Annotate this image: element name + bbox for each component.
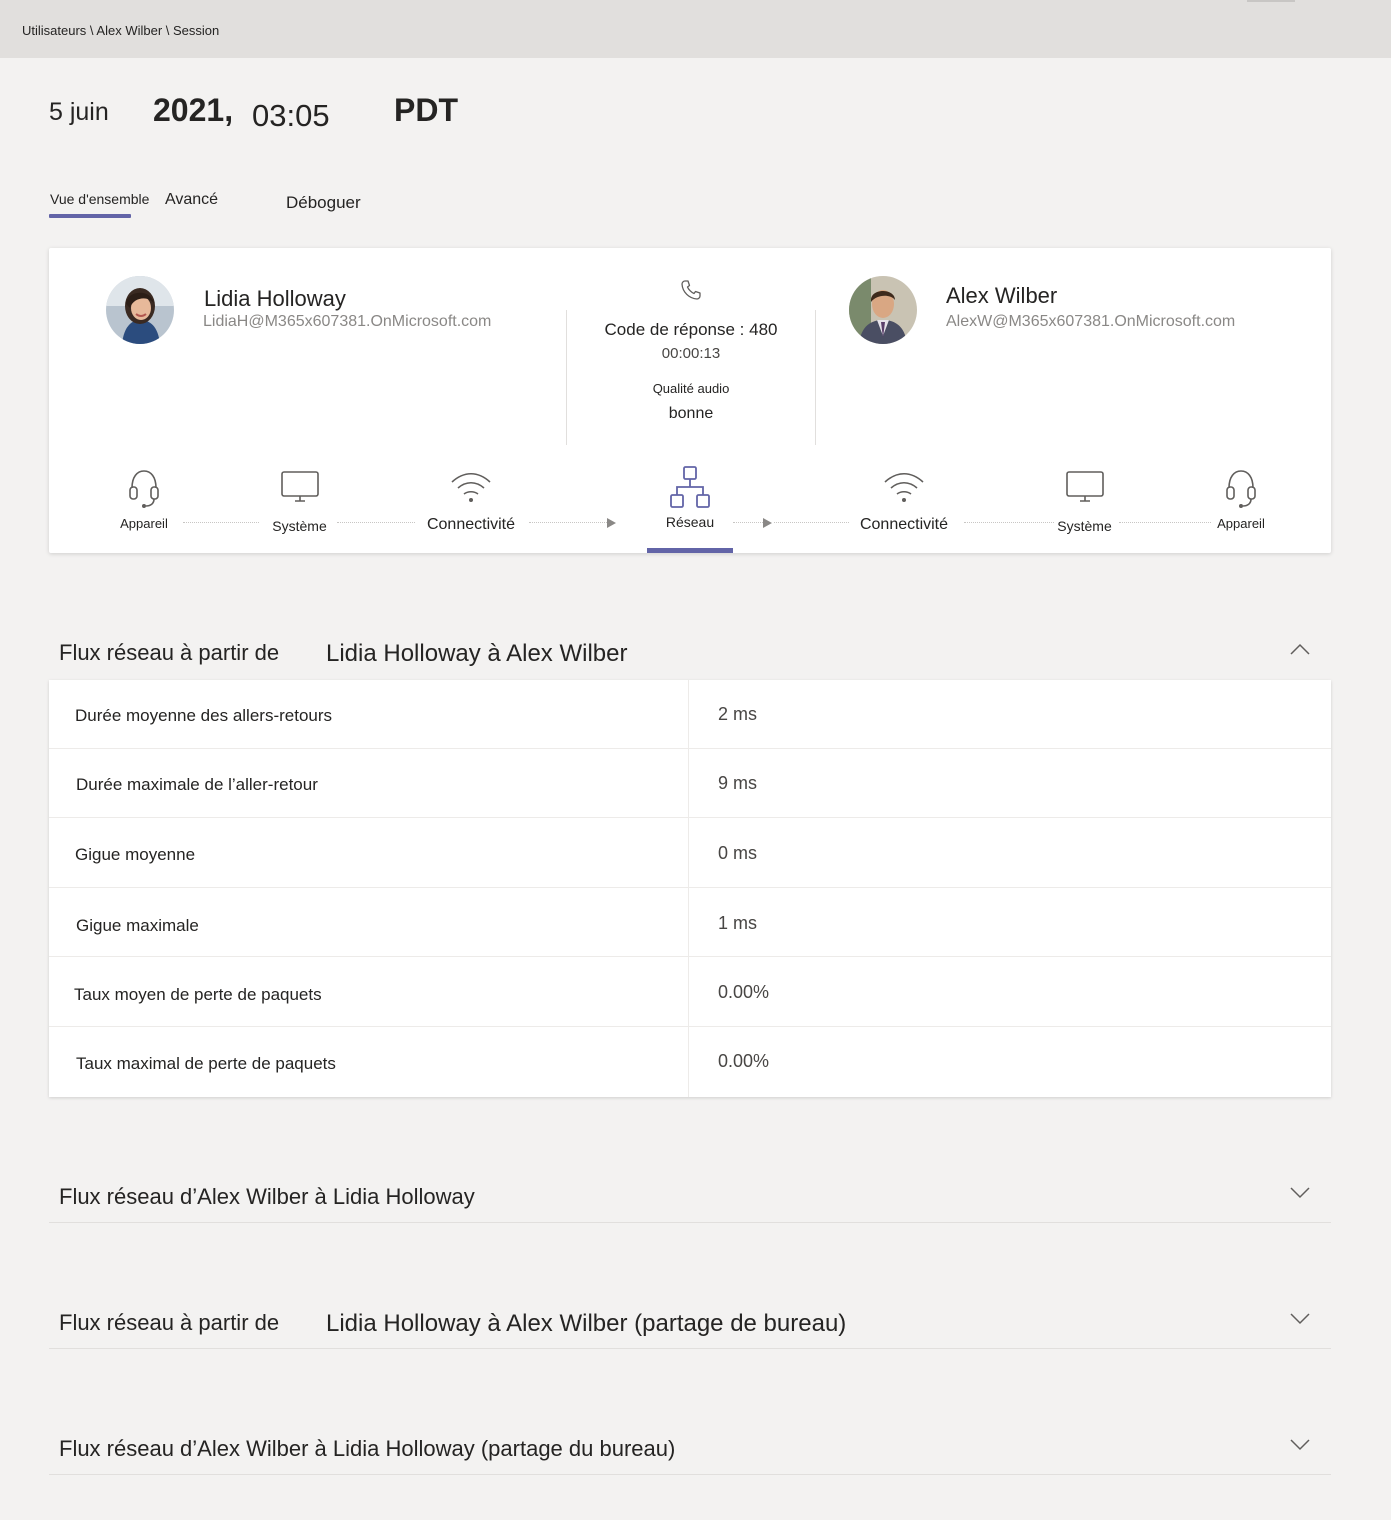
node-callee-system[interactable]: Système <box>1047 468 1122 534</box>
breadcrumb[interactable]: Utilisateurs \ Alex Wilber \ Session <box>22 23 219 38</box>
phone-icon <box>679 278 703 302</box>
tab-debug[interactable]: Déboguer <box>286 193 361 213</box>
node-label: Réseau <box>665 514 715 530</box>
section-title: Lidia Holloway à Alex Wilber (partage de… <box>326 1310 847 1337</box>
chevron-down-icon[interactable] <box>1288 1306 1312 1330</box>
section-caller-to-callee-header[interactable]: Flux réseau à partir de Lidia Holloway à… <box>49 632 1331 678</box>
wifi-icon <box>451 472 491 502</box>
callee-name: Alex Wilber <box>946 283 1058 308</box>
node-label: Système <box>272 518 327 534</box>
call-info: Code de réponse : 480 00:00:13 Qualité a… <box>566 278 816 423</box>
metric-label: Gigue moyenne <box>75 845 196 864</box>
section-callee-to-caller-header[interactable]: Flux réseau d’Alex Wilber à Lidia Hollow… <box>49 1178 1331 1224</box>
audio-quality-label: Qualité audio <box>652 381 730 396</box>
node-label: Système <box>1057 518 1112 534</box>
metric-value: 9 ms <box>718 773 758 793</box>
headset-icon <box>129 470 159 508</box>
node-network[interactable]: Réseau <box>649 464 731 530</box>
path-line <box>337 522 415 523</box>
table-row: Gigue moyenne 0 ms <box>49 819 1331 888</box>
tab-overview[interactable]: Vue d'ensemble <box>50 191 149 207</box>
top-bar: Utilisateurs \ Alex Wilber \ Session <box>0 0 1391 58</box>
metric-label: Taux maximal de perte de paquets <box>76 1054 336 1073</box>
session-time: 03:05 <box>252 98 330 133</box>
path-line <box>733 522 763 523</box>
section-prefix: Flux réseau à partir de <box>59 640 280 665</box>
tab-overview-indicator <box>49 214 131 218</box>
table-row: Durée moyenne des allers-retours 2 ms <box>49 680 1331 749</box>
section-divider <box>49 1474 1331 1475</box>
caller-email: LidiaH@M365x607381.OnMicrosoft.com <box>203 313 492 330</box>
metric-value: 2 ms <box>718 704 758 724</box>
session-timezone: PDT <box>394 92 458 128</box>
node-caller-device[interactable]: Appareil <box>109 466 179 531</box>
network-icon <box>670 466 710 508</box>
arrow-right-icon <box>607 518 616 528</box>
section-prefix: Flux réseau d’Alex Wilber à Lidia Hollow… <box>59 1184 475 1209</box>
callee-avatar <box>849 276 917 344</box>
metric-value: 0 ms <box>718 843 758 863</box>
response-code: Code de réponse : 480 <box>604 320 778 339</box>
call-summary-card: Lidia Holloway LidiaH@M365x607381.OnMicr… <box>49 248 1331 553</box>
table-row: Taux moyen de perte de paquets 0.00% <box>49 958 1331 1027</box>
section-prefix: Flux réseau à partir de <box>59 1310 280 1335</box>
session-day: 5 juin <box>49 98 109 126</box>
node-label: Connectivité <box>426 516 516 533</box>
section-caller-to-callee-desktop-header[interactable]: Flux réseau à partir de Lidia Holloway à… <box>49 1304 1331 1350</box>
tab-advanced[interactable]: Avancé <box>165 191 218 209</box>
headset-icon <box>1226 470 1256 508</box>
callee-email: AlexW@M365x607381.OnMicrosoft.com <box>946 313 1236 330</box>
top-bar-marker <box>1247 0 1295 2</box>
table-row: Gigue maximale 1 ms <box>49 888 1331 957</box>
section-divider <box>49 1348 1331 1349</box>
node-label: Appareil <box>1217 516 1265 531</box>
metric-label: Durée maximale de l’aller-retour <box>76 775 318 794</box>
caller-name: Lidia Holloway <box>204 286 346 311</box>
section-prefix: Flux réseau d’Alex Wilber à Lidia Hollow… <box>59 1436 676 1461</box>
metric-value: 0.00% <box>718 982 770 1002</box>
path-line <box>774 522 849 523</box>
metric-label: Durée moyenne des allers-retours <box>75 706 333 725</box>
metrics-table: Durée moyenne des allers-retours 2 ms Du… <box>49 680 1331 1097</box>
node-callee-connectivity[interactable]: Connectivité <box>854 468 954 534</box>
caller-avatar <box>106 276 174 344</box>
chevron-down-icon[interactable] <box>1288 1180 1312 1204</box>
section-divider <box>49 1222 1331 1223</box>
network-selected-indicator <box>647 548 733 553</box>
path-line <box>183 522 259 523</box>
node-label: Connectivité <box>859 516 949 533</box>
section-callee-to-caller-desktop-header[interactable]: Flux réseau d’Alex Wilber à Lidia Hollow… <box>49 1430 1331 1476</box>
table-row: Durée maximale de l’aller-retour 9 ms <box>49 749 1331 818</box>
monitor-icon <box>280 471 319 502</box>
session-datetime: 5 juin 2021, 03:05 PDT <box>49 92 549 136</box>
path-line <box>964 522 1054 523</box>
audio-quality-value: bonne <box>668 405 714 422</box>
node-caller-system[interactable]: Système <box>262 468 337 534</box>
call-duration: 00:00:13 <box>661 345 721 362</box>
chevron-up-icon[interactable] <box>1288 638 1312 662</box>
session-year: 2021, <box>153 92 234 128</box>
metric-label: Taux moyen de perte de paquets <box>74 985 322 1004</box>
path-line <box>529 522 609 523</box>
node-label: Appareil <box>120 516 168 531</box>
monitor-icon <box>1065 471 1104 502</box>
section-title: Lidia Holloway à Alex Wilber <box>326 640 628 667</box>
wifi-icon <box>884 472 924 502</box>
node-caller-connectivity[interactable]: Connectivité <box>421 468 521 534</box>
metric-value: 0.00% <box>718 1051 770 1071</box>
metric-value: 1 ms <box>718 913 758 933</box>
path-line <box>1119 522 1211 523</box>
arrow-right-icon <box>763 518 772 528</box>
metric-label: Gigue maximale <box>76 916 199 935</box>
table-row: Taux maximal de perte de paquets 0.00% <box>49 1027 1331 1096</box>
node-callee-device[interactable]: Appareil <box>1206 466 1276 531</box>
chevron-down-icon[interactable] <box>1288 1432 1312 1456</box>
